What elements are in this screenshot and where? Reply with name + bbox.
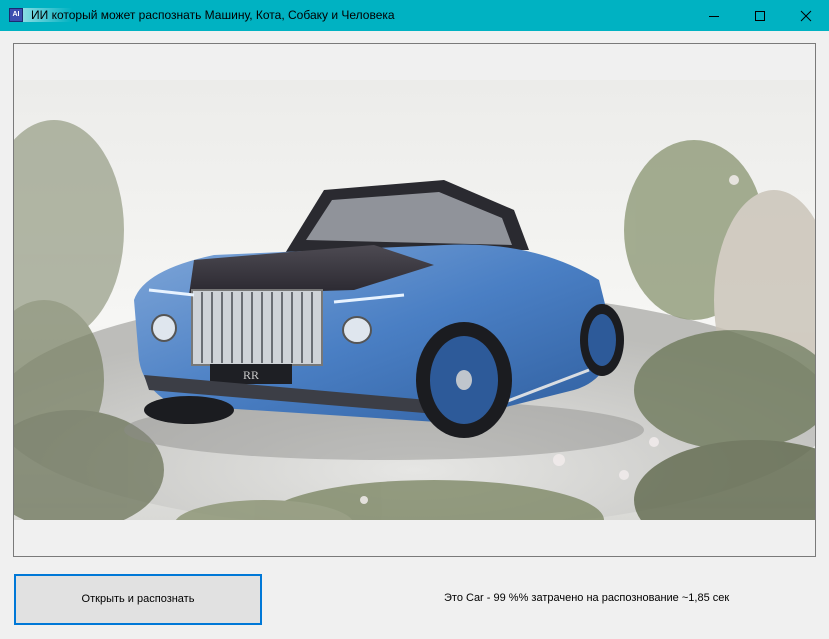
close-button[interactable] [783,0,829,31]
window-title: ИИ который может распознать Машину, Кота… [31,8,395,22]
badge-text: RR [243,368,259,382]
maximize-button[interactable] [737,0,783,31]
car-photo: RR [14,80,815,520]
title-bar[interactable]: AI ИИ который может распознать Машину, К… [0,0,829,31]
recognition-result-label: Это Car - 99 %% затрачено на распознован… [444,592,730,604]
minimize-icon [709,16,719,17]
picture-box: RR [13,43,816,557]
close-icon [800,10,812,22]
car-photo-drawing: RR [14,80,815,520]
app-icon: AI [9,8,23,22]
open-and-recognize-button[interactable]: Открыть и распознать [14,574,262,625]
main-window: AI ИИ который может распознать Машину, К… [0,0,829,639]
maximize-icon [755,11,765,21]
minimize-button[interactable] [691,0,737,31]
